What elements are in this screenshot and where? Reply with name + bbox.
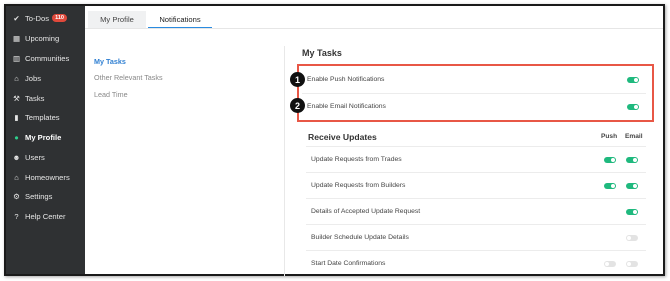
my-tasks-heading: My Tasks [302,48,342,58]
email-column-header: Email [625,133,643,140]
email-toggle[interactable] [626,157,638,163]
sidebar-item-label: To-Dos [25,13,50,23]
check-circle-icon: ✔ [13,13,20,23]
push-toggle[interactable] [604,261,616,267]
push-toggle[interactable] [604,157,616,163]
user-circle-icon: ● [14,132,19,142]
columns-icon: ▮ [14,112,19,122]
tab-notifications[interactable]: Notifications [148,11,212,28]
wrench-icon: ⚒ [13,93,20,103]
sidebar-item-label: Help Center [25,211,66,221]
sidebar-item-label: Jobs [25,73,42,83]
gear-icon: ⚙ [13,191,20,201]
push-toggle[interactable] [604,183,616,189]
building-icon: ▥ [12,53,21,63]
receive-updates-heading: Receive Updates [308,132,377,142]
row-label: Details of Accepted Update Request [311,208,421,215]
email-toggle[interactable] [626,183,638,189]
subnav-other-relevant-tasks[interactable]: Other Relevant Tasks [94,73,163,82]
sidebar-item-homeowners[interactable]: ⌂ Homeowners [6,169,85,185]
sidebar-item-todos[interactable]: ✔ To-Dos 110 [6,10,85,26]
email-toggle[interactable] [626,261,638,267]
email-toggle[interactable] [626,235,638,241]
sidebar-item-label: Templates [25,112,60,122]
sidebar-item-label: Settings [25,191,53,201]
update-row: Update Requests from Trades [306,146,646,172]
sidebar-item-label: Upcoming [25,33,60,43]
row-label: Builder Schedule Update Details [311,234,409,241]
sidebar-item-label: Users [25,152,45,162]
update-row: Start Date Confirmations [306,250,646,276]
profile-tabbar: My Profile Notifications [85,6,663,29]
section-divider [284,46,285,276]
sidebar-item-jobs[interactable]: ⌂ Jobs [6,70,85,86]
subnav-my-tasks[interactable]: My Tasks [94,57,126,66]
email-toggle[interactable] [626,209,638,215]
house-icon: ⌂ [14,172,19,182]
update-row: Update Requests from Builders [306,172,646,198]
calendar-icon: ▦ [12,33,21,43]
users-icon: ☻ [12,152,21,162]
sidebar-item-my-profile[interactable]: ● My Profile [6,129,85,145]
row-label: Start Date Confirmations [311,260,386,267]
callout-badge: 2 [290,98,305,113]
row-label: Update Requests from Trades [311,156,402,163]
sidebar-item-label: Tasks [25,93,45,103]
update-row: Builder Schedule Update Details [306,224,646,250]
home-icon: ⌂ [14,73,19,83]
todo-count-badge: 110 [52,14,67,22]
sidebar-item-label: My Profile [25,132,62,142]
highlight-box [297,64,654,122]
sidebar-item-upcoming[interactable]: ▦ Upcoming [6,30,85,46]
subnav-lead-time[interactable]: Lead Time [94,90,128,99]
sidebar-item-settings[interactable]: ⚙ Settings [6,188,85,204]
callout-badge: 1 [290,72,305,87]
tab-my-profile[interactable]: My Profile [88,11,146,28]
sidebar-item-tasks[interactable]: ⚒ Tasks [6,90,85,106]
sidebar-item-users[interactable]: ☻ Users [6,149,85,165]
sidebar-item-communities[interactable]: ▥ Communities [6,50,85,66]
push-column-header: Push [601,133,618,140]
row-label: Update Requests from Builders [311,182,406,189]
question-icon: ? [14,211,19,221]
sidebar-item-label: Homeowners [25,172,70,182]
sidebar-item-help-center[interactable]: ? Help Center [6,208,85,224]
sidebar-item-label: Communities [25,53,70,63]
sidebar-item-templates[interactable]: ▮ Templates [6,109,85,125]
sidebar: ✔ To-Dos 110 ▦ Upcoming ▥ Communities ⌂ … [6,6,85,274]
update-row: Details of Accepted Update Request [306,198,646,224]
